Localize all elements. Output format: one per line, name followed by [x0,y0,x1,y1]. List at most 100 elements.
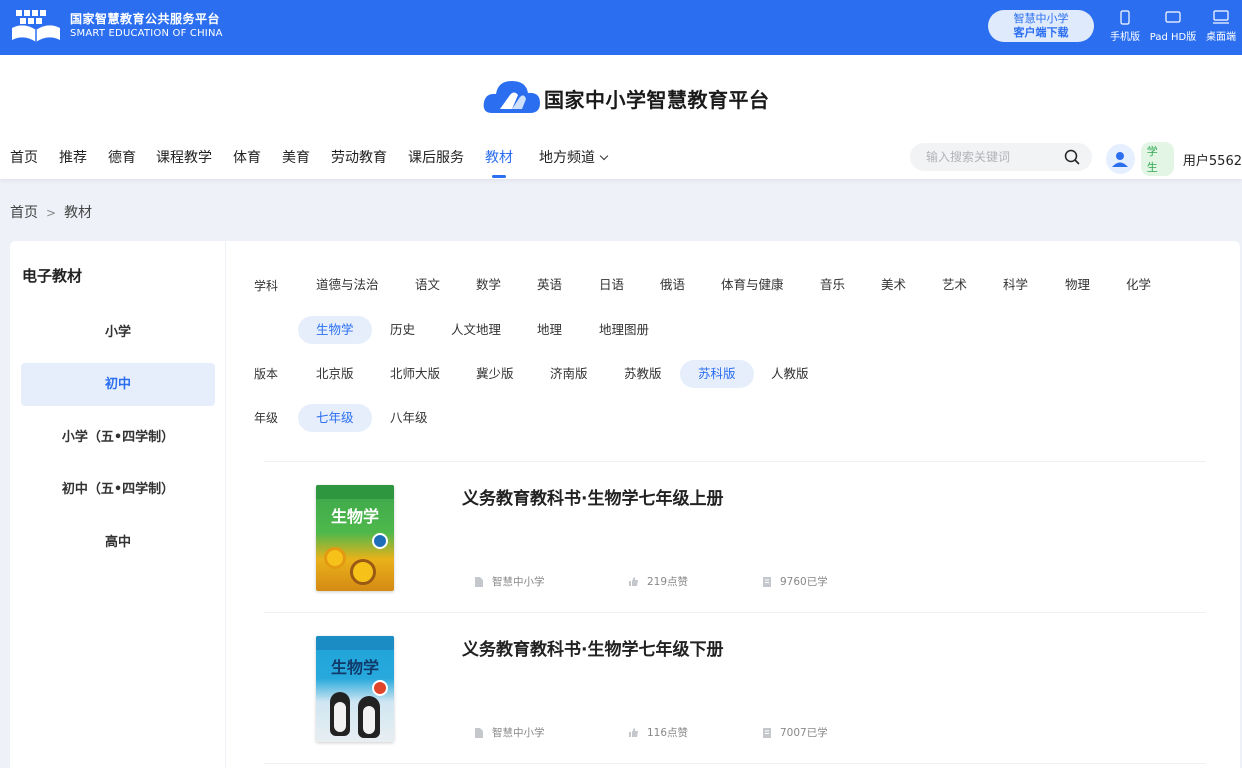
user-menu[interactable]: 学生 用户5562 [1106,142,1242,176]
device-phone-link[interactable]: 手机版 [1108,10,1142,43]
avatar[interactable] [1106,144,1135,174]
subject-chip[interactable]: 日语 [599,271,624,299]
role-badge: 学生 [1140,142,1174,176]
device-desktop-label: 桌面端 [1206,32,1236,43]
subject-chip[interactable]: 人文地理 [451,316,501,344]
subject-chip-active[interactable]: 生物学 [298,316,372,344]
nav-courses[interactable]: 课程教学 [156,147,212,167]
nav-after-school[interactable]: 课后服务 [408,147,464,167]
book-learners: 7007已学 [762,725,828,740]
desktop-icon [1213,10,1229,24]
edition-label: 版本 [254,367,279,381]
book-item[interactable]: 生物学 义务教育教科书·生物学七年级下册 智慧中小学 116点赞 7007已学 [264,613,1206,763]
phone-icon [1120,10,1130,25]
subject-chip[interactable]: 体育与健康 [721,271,784,299]
chevron-down-icon [599,151,609,161]
device-pad-link[interactable]: Pad HD版 [1147,10,1199,43]
subject-chip[interactable]: 道德与法治 [316,271,379,299]
publisher-text: 智慧中小学 [492,576,545,588]
edition-chip[interactable]: 北师大版 [390,360,440,388]
sidebar: 电子教材 小学 初中 小学（五•四学制） 初中（五•四学制） 高中 [10,241,226,768]
nav-local-channel[interactable]: 地方频道 [539,147,609,167]
download-line1: 智慧中小学 [1013,12,1069,25]
subject-chip[interactable]: 英语 [537,271,562,299]
edition-chip[interactable]: 北京版 [316,360,354,388]
subject-chip[interactable]: 俄语 [660,271,685,299]
device-desktop-link[interactable]: 桌面端 [1204,10,1238,43]
breadcrumb-home[interactable]: 首页 [10,205,38,221]
nav-home[interactable]: 首页 [10,147,38,167]
grade-chip[interactable]: 八年级 [390,404,428,432]
nav-arts[interactable]: 美育 [282,147,310,167]
book-learners: 9760已学 [762,574,828,589]
subject-chip[interactable]: 物理 [1065,271,1090,299]
book-likes: 219点赞 [628,574,688,589]
likes-text: 116点赞 [647,727,689,739]
book-publisher: 智慧中小学 [474,725,545,740]
breadcrumb-separator: > [46,206,57,220]
logo-title-cn: 国家智慧教育公共服务平台 [70,12,221,26]
platform-logo[interactable]: 国家智慧教育公共服务平台 SMART EDUCATION OF CHINA [10,8,223,44]
study-record-icon [763,576,771,587]
book-likes: 116点赞 [628,725,688,740]
nav-sports[interactable]: 体育 [233,147,261,167]
content-card: 电子教材 小学 初中 小学（五•四学制） 初中（五•四学制） 高中 学科 道德与… [10,241,1240,768]
thumbs-up-icon [629,577,638,586]
learners-text: 7007已学 [780,727,828,739]
subject-chip[interactable]: 语文 [415,271,440,299]
learners-text: 9760已学 [780,576,828,588]
book-title[interactable]: 义务教育教科书·生物学七年级下册 [462,635,723,660]
nav-local-label: 地方频道 [539,150,595,166]
grade-label: 年级 [254,411,279,425]
sidebar-item-junior-54[interactable]: 初中（五•四学制） [21,468,215,511]
edition-chip[interactable]: 济南版 [550,360,588,388]
search-box [910,143,1092,171]
subject-chip[interactable]: 地理 [537,316,562,344]
subject-chip[interactable]: 音乐 [820,271,845,299]
nav-labor[interactable]: 劳动教育 [331,147,387,167]
edition-chip[interactable]: 苏教版 [624,360,662,388]
sidebar-item-primary-54[interactable]: 小学（五•四学制） [21,416,215,459]
document-icon [475,576,483,587]
brand-name: 国家中小学智慧教育平台 [544,87,770,112]
tablet-icon [1165,11,1181,23]
cloud-book-logo-icon [483,81,540,113]
thumbs-up-icon [629,728,638,737]
subject-chip[interactable]: 美术 [881,271,906,299]
subject-chip[interactable]: 地理图册 [599,316,649,344]
sidebar-title: 电子教材 [22,267,83,285]
sidebar-item-primary[interactable]: 小学 [21,311,215,354]
divider [264,763,1206,764]
brand-logo[interactable]: 国家中小学智慧教育平台 [482,75,770,121]
subject-chip[interactable]: 历史 [390,316,415,344]
book-item[interactable]: 生物学 义务教育教科书·生物学七年级上册 智慧中小学 219点赞 9760已学 [264,462,1206,612]
subject-label: 学科 [254,279,279,293]
client-download-button[interactable]: 智慧中小学 客户端下载 [988,10,1094,42]
search-icon[interactable] [1064,149,1080,165]
cover-title: 生物学 [330,658,379,677]
sidebar-item-senior[interactable]: 高中 [21,521,215,564]
book-cover[interactable]: 生物学 [316,636,394,742]
nav-recommend[interactable]: 推荐 [59,147,87,167]
subject-chip[interactable]: 数学 [476,271,501,299]
username: 用户5562 [1182,153,1242,169]
sidebar-item-junior[interactable]: 初中 [21,363,215,406]
subject-chip[interactable]: 科学 [1003,271,1028,299]
nav-moral[interactable]: 德育 [108,147,136,167]
device-pad-label: Pad HD版 [1149,32,1197,43]
subject-chip[interactable]: 化学 [1126,271,1151,299]
grade-chip-active[interactable]: 七年级 [298,404,372,432]
subject-chip[interactable]: 艺术 [942,271,967,299]
study-record-icon [763,727,771,738]
nav-textbooks[interactable]: 教材 [485,147,513,178]
document-icon [475,727,483,738]
user-icon [1112,152,1129,167]
book-cover[interactable]: 生物学 [316,485,394,591]
edition-chip[interactable]: 冀少版 [476,360,514,388]
book-title[interactable]: 义务教育教科书·生物学七年级上册 [462,484,723,509]
top-bar: 国家智慧教育公共服务平台 SMART EDUCATION OF CHINA 智慧… [0,0,1242,55]
download-line2: 客户端下载 [1013,26,1069,39]
search-input[interactable] [910,143,1050,171]
edition-chip[interactable]: 人教版 [771,360,809,388]
edition-chip-active[interactable]: 苏科版 [680,360,754,388]
